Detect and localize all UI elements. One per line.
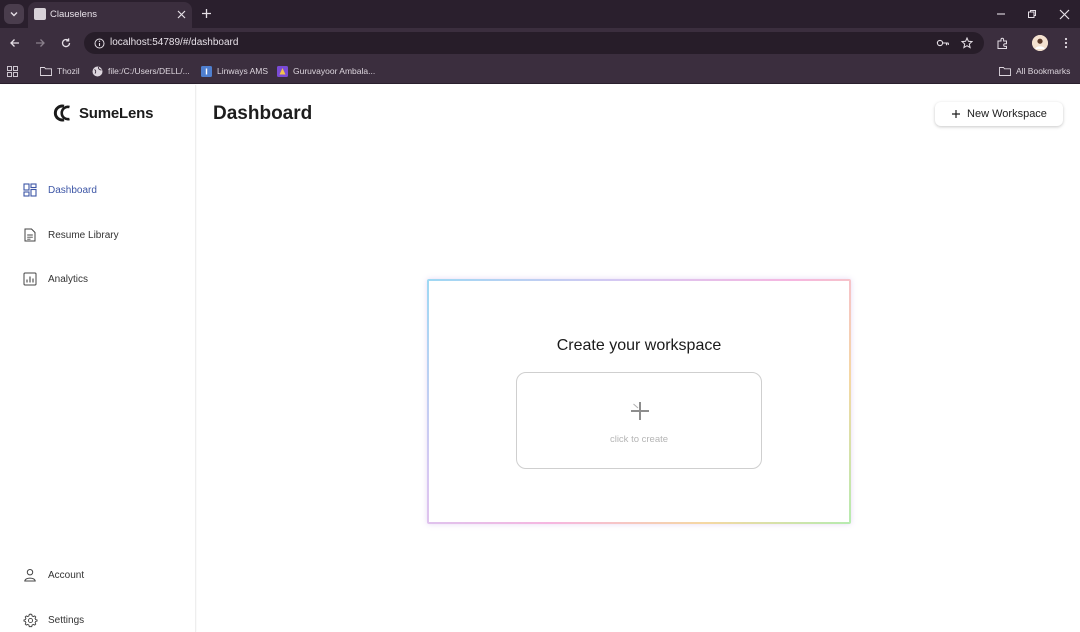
sidebar-item-label: Dashboard [48, 184, 97, 196]
reload-button[interactable] [57, 34, 75, 52]
apps-grid-icon [6, 65, 18, 77]
bookmark-label: Guruvayoor Ambala... [293, 66, 376, 76]
new-workspace-button[interactable]: New Workspace [935, 102, 1063, 126]
sidebar-item-label: Analytics [48, 273, 89, 285]
globe-icon [91, 65, 103, 77]
close-window-button[interactable] [1055, 5, 1073, 23]
main-content: Dashboard New Workspace Create your work… [197, 85, 1080, 632]
reload-icon [61, 38, 71, 48]
bookmark-label: Linways AMS [217, 66, 269, 76]
sidebar-item-resume-library[interactable]: Resume Library [22, 225, 119, 245]
restore-icon [1028, 10, 1036, 18]
folder-icon [40, 65, 52, 77]
site-info-icon[interactable] [92, 36, 106, 50]
bookmark-guruvayoor[interactable]: Guruvayoor Ambala... [276, 63, 375, 79]
bookmark-star-icon[interactable] [960, 36, 974, 50]
bookmark-file[interactable]: file:/C:/Users/DELL/... [91, 63, 190, 79]
temple-icon [276, 65, 288, 77]
bookmark-thozil[interactable]: Thozil [40, 63, 80, 79]
tab-close-button[interactable] [174, 7, 188, 21]
apps-button[interactable] [6, 63, 18, 79]
user-icon [22, 567, 38, 583]
settings-icon [22, 612, 38, 628]
workspace-card-title: Create your workspace [556, 337, 722, 354]
sumelens-logo-icon [53, 104, 70, 122]
restore-button[interactable] [1023, 5, 1041, 23]
app-logo[interactable]: SumeLens [52, 102, 153, 124]
more-vertical-icon [1064, 37, 1068, 49]
browser-menu-button[interactable] [1057, 34, 1075, 52]
sidebar-item-account[interactable]: Account [22, 565, 84, 585]
address-bar[interactable]: localhost:54789/#/dashboard [84, 32, 984, 54]
minimize-button[interactable] [992, 5, 1010, 23]
create-workspace-button[interactable]: click to create [516, 372, 762, 469]
sidebar-item-analytics[interactable]: Analytics [22, 269, 88, 289]
workspace-card: Create your workspace click to create [427, 279, 851, 524]
bookmarks-bar: Thozil file:/C:/Users/DELL/... Linways A… [0, 58, 1080, 84]
sidebar-item-settings[interactable]: Settings [22, 610, 84, 630]
browser-toolbar: localhost:54789/#/dashboard [0, 28, 1080, 58]
plus-icon [631, 402, 649, 420]
back-button[interactable] [6, 34, 24, 52]
create-label: click to create [609, 434, 669, 445]
folder-icon [999, 65, 1011, 77]
tab-title: Clauselens [50, 9, 97, 20]
close-icon [1059, 9, 1069, 19]
sidebar-item-label: Settings [48, 614, 85, 626]
arrow-right-icon [36, 39, 45, 47]
tab-search-button[interactable] [4, 4, 24, 24]
all-bookmarks-label: All Bookmarks [1016, 66, 1071, 76]
document-icon [22, 227, 38, 243]
all-bookmarks-button[interactable]: All Bookmarks [999, 63, 1070, 79]
logo-text: SumeLens [79, 104, 154, 122]
bookmark-linways[interactable]: Linways AMS [200, 63, 268, 79]
arrow-left-icon [10, 39, 19, 47]
forward-button[interactable] [31, 34, 49, 52]
avatar-icon [1032, 35, 1048, 51]
profile-avatar[interactable] [1032, 35, 1048, 51]
password-key-icon[interactable] [936, 36, 950, 50]
plus-icon [952, 110, 961, 118]
browser-tab[interactable]: Clauselens [28, 2, 192, 28]
sidebar: SumeLens Dashboard Resume Library Analyt… [0, 85, 196, 632]
extensions-button[interactable] [993, 34, 1011, 52]
plus-icon [201, 8, 211, 18]
analytics-icon [22, 271, 38, 287]
minimize-icon [997, 13, 1005, 15]
puzzle-icon [997, 37, 1007, 49]
favicon-icon [34, 8, 46, 20]
chevron-down-icon [10, 12, 18, 17]
dashboard-icon [22, 182, 38, 198]
sidebar-item-label: Resume Library [48, 229, 119, 241]
bookmark-label: Thozil [57, 66, 80, 76]
close-icon [177, 10, 185, 18]
sidebar-item-label: Account [48, 569, 85, 581]
page-title: Dashboard [213, 103, 313, 124]
new-tab-button[interactable] [198, 5, 214, 21]
bookmark-label: file:/C:/Users/DELL/... [108, 66, 190, 76]
workspace-card-body: Create your workspace click to create [429, 281, 849, 522]
sidebar-item-dashboard[interactable]: Dashboard [22, 180, 97, 200]
linways-icon [200, 65, 212, 77]
browser-tab-bar: Clauselens [0, 0, 1080, 28]
url-text: localhost:54789/#/dashboard [110, 37, 239, 48]
new-workspace-label: New Workspace [967, 108, 1047, 120]
